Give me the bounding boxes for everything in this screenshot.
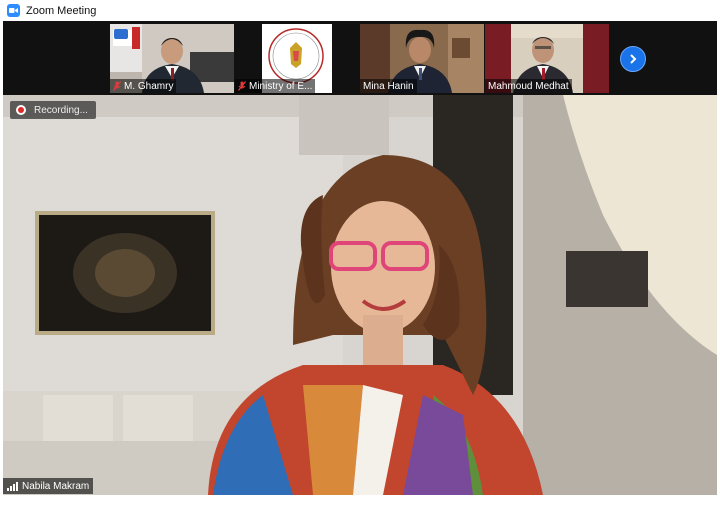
speaker-name: Nabila Makram (22, 480, 90, 492)
video-camera-icon (9, 8, 18, 13)
chevron-right-icon (630, 54, 637, 64)
participant-tile-2[interactable]: Ministry of E... (235, 24, 359, 93)
speaker-video-feed (3, 95, 717, 495)
meeting-window: M. Ghamry Ministry of E... Mina Hanin Ma… (3, 21, 717, 495)
participant-label-3: Mina Hanin (360, 79, 417, 93)
recording-label: Recording... (34, 104, 88, 116)
participant-tile-1[interactable]: M. Ghamry (110, 24, 234, 93)
participant-tile-4[interactable]: Mahmoud Medhat (485, 24, 609, 93)
next-page-button[interactable] (620, 46, 646, 72)
zoom-app-icon (7, 4, 20, 17)
window-title: Zoom Meeting (26, 4, 97, 17)
participant-label-4: Mahmoud Medhat (485, 79, 572, 93)
participant-label-1: M. Ghamry (110, 79, 177, 93)
signal-icon (7, 481, 18, 491)
recording-icon (16, 105, 26, 115)
recording-indicator[interactable]: Recording... (10, 101, 96, 119)
participant-name: Mahmoud Medhat (488, 80, 569, 92)
participant-tile-3[interactable]: Mina Hanin (360, 24, 484, 93)
participant-label-2: Ministry of E... (235, 79, 316, 93)
speaker-name-tag: Nabila Makram (3, 478, 94, 494)
window-title-bar: Zoom Meeting (0, 0, 720, 21)
participant-name: Mina Hanin (363, 80, 414, 92)
mic-off-icon (238, 81, 246, 91)
mic-off-icon (113, 81, 121, 91)
participant-name: Ministry of E... (249, 80, 313, 92)
active-speaker-video: Recording... Nabila Makram (3, 95, 717, 495)
participant-strip: M. Ghamry Ministry of E... Mina Hanin Ma… (3, 21, 717, 95)
participant-name: M. Ghamry (124, 80, 174, 92)
